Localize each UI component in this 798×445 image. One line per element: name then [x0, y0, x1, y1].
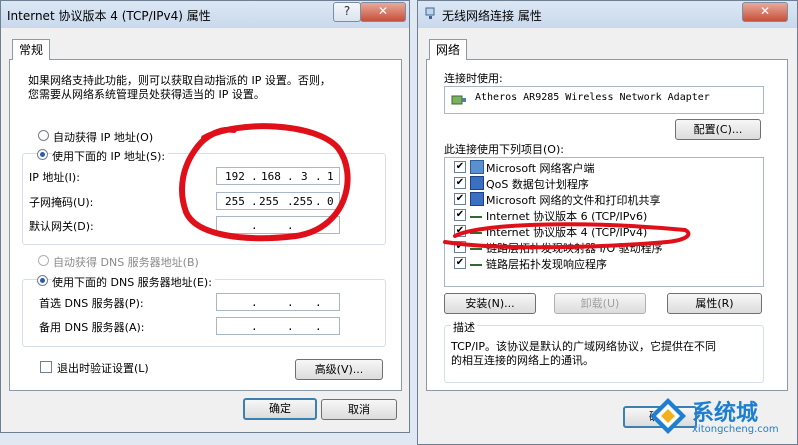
uninstall-button: 卸载(U)	[554, 293, 646, 314]
adapter-name: Atheros AR9285 Wireless Network Adapter	[475, 92, 710, 103]
dialog-title: Internet 协议版本 4 (TCP/IPv4) 属性	[7, 9, 211, 23]
intro-text-2: 您需要从网络系统管理员处获得适当的 IP 设置。	[28, 88, 265, 101]
network-adapter-icon	[451, 95, 466, 105]
auto-ip-label: 自动获得 IP 地址(O)	[53, 131, 154, 144]
validate-exit-checkbox[interactable]	[40, 361, 52, 373]
help-button[interactable]: ?	[333, 2, 361, 22]
item-checkbox[interactable]: ✔	[454, 193, 466, 205]
properties-button[interactable]: 属性(R)	[667, 293, 762, 314]
connect-using-label: 连接时使用:	[444, 72, 503, 85]
annotation-circle	[179, 123, 351, 242]
protocol-icon	[470, 264, 482, 266]
close-button[interactable]: ✕	[742, 2, 788, 22]
description-group: 描述 TCP/IP。该协议是默认的广域网络协议，它提供在不同 的相互连接的网络上…	[444, 319, 764, 383]
item-checkbox[interactable]: ✔	[454, 177, 466, 189]
watermark-name: 系统城	[692, 401, 759, 426]
dns-group: 使用下面的 DNS 服务器地址(E): 首选 DNS 服务器(P): ... 备…	[22, 274, 386, 347]
qos-scheduler-icon	[470, 176, 484, 190]
title-bar: 无线网络连接 属性 ✕	[418, 1, 797, 28]
use-ip-radio[interactable]	[37, 149, 48, 160]
subnet-mask-label: 子网掩码(U):	[29, 196, 94, 209]
dialog-title: 无线网络连接 属性	[442, 9, 542, 23]
ip-address-label: IP 地址(I):	[29, 171, 80, 184]
tcpip-properties-dialog: Internet 协议版本 4 (TCP/IPv4) 属性 ? ✕ 常规 如果网…	[0, 0, 410, 433]
network-client-icon	[470, 160, 484, 174]
use-ip-label: 使用下面的 IP 地址(S):	[52, 148, 169, 164]
validate-exit-label: 退出时验证设置(L)	[57, 362, 149, 375]
auto-dns-radio[interactable]	[38, 255, 49, 266]
alternate-dns-label: 备用 DNS 服务器(A):	[39, 321, 145, 334]
alternate-dns-field[interactable]: ...	[216, 317, 340, 335]
list-item-label: Microsoft 网络客户端	[486, 162, 595, 175]
item-checkbox[interactable]: ✔	[454, 161, 466, 173]
title-bar: Internet 协议版本 4 (TCP/IPv4) 属性 ? ✕	[1, 1, 409, 28]
configure-button[interactable]: 配置(C)...	[675, 119, 761, 140]
items-label: 此连接使用下列项目(O):	[444, 143, 564, 156]
annotation-ellipse	[443, 222, 691, 250]
watermark-url: xitongcheng.com	[692, 424, 779, 435]
network-panel: 连接时使用: Atheros AR9285 Wireless Network A…	[426, 59, 788, 391]
list-item-label: QoS 数据包计划程序	[486, 178, 589, 191]
auto-ip-radio[interactable]	[38, 130, 49, 141]
cancel-button[interactable]: 取消	[321, 399, 397, 420]
advanced-button[interactable]: 高级(V)...	[295, 359, 383, 380]
preferred-dns-label: 首选 DNS 服务器(P):	[39, 297, 144, 310]
watermark: 系统城 xitongcheng.com	[646, 394, 798, 445]
use-dns-radio[interactable]	[37, 275, 48, 286]
description-text-2: 的相互连接的网络上的通讯。	[451, 354, 594, 367]
logo-icon	[650, 398, 686, 434]
install-button[interactable]: 安装(N)...	[444, 293, 536, 314]
auto-dns-label: 自动获得 DNS 服务器地址(B)	[53, 256, 199, 269]
preferred-dns-field[interactable]: ...	[216, 293, 340, 311]
tab-network[interactable]: 网络	[429, 39, 468, 60]
gateway-label: 默认网关(D):	[29, 220, 94, 233]
wireless-properties-dialog: 无线网络连接 属性 ✕ 网络 连接时使用: Atheros AR9285 Wir…	[417, 0, 798, 445]
list-item-label: Microsoft 网络的文件和打印机共享	[486, 194, 661, 207]
tab-general[interactable]: 常规	[12, 39, 51, 60]
close-button[interactable]: ✕	[360, 2, 406, 22]
file-sharing-icon	[470, 192, 484, 206]
ok-button[interactable]: 确定	[243, 398, 317, 420]
use-dns-label: 使用下面的 DNS 服务器地址(E):	[52, 274, 215, 290]
description-label: 描述	[451, 319, 477, 335]
adapter-box: Atheros AR9285 Wireless Network Adapter	[444, 86, 764, 114]
network-connection-icon	[425, 7, 435, 19]
